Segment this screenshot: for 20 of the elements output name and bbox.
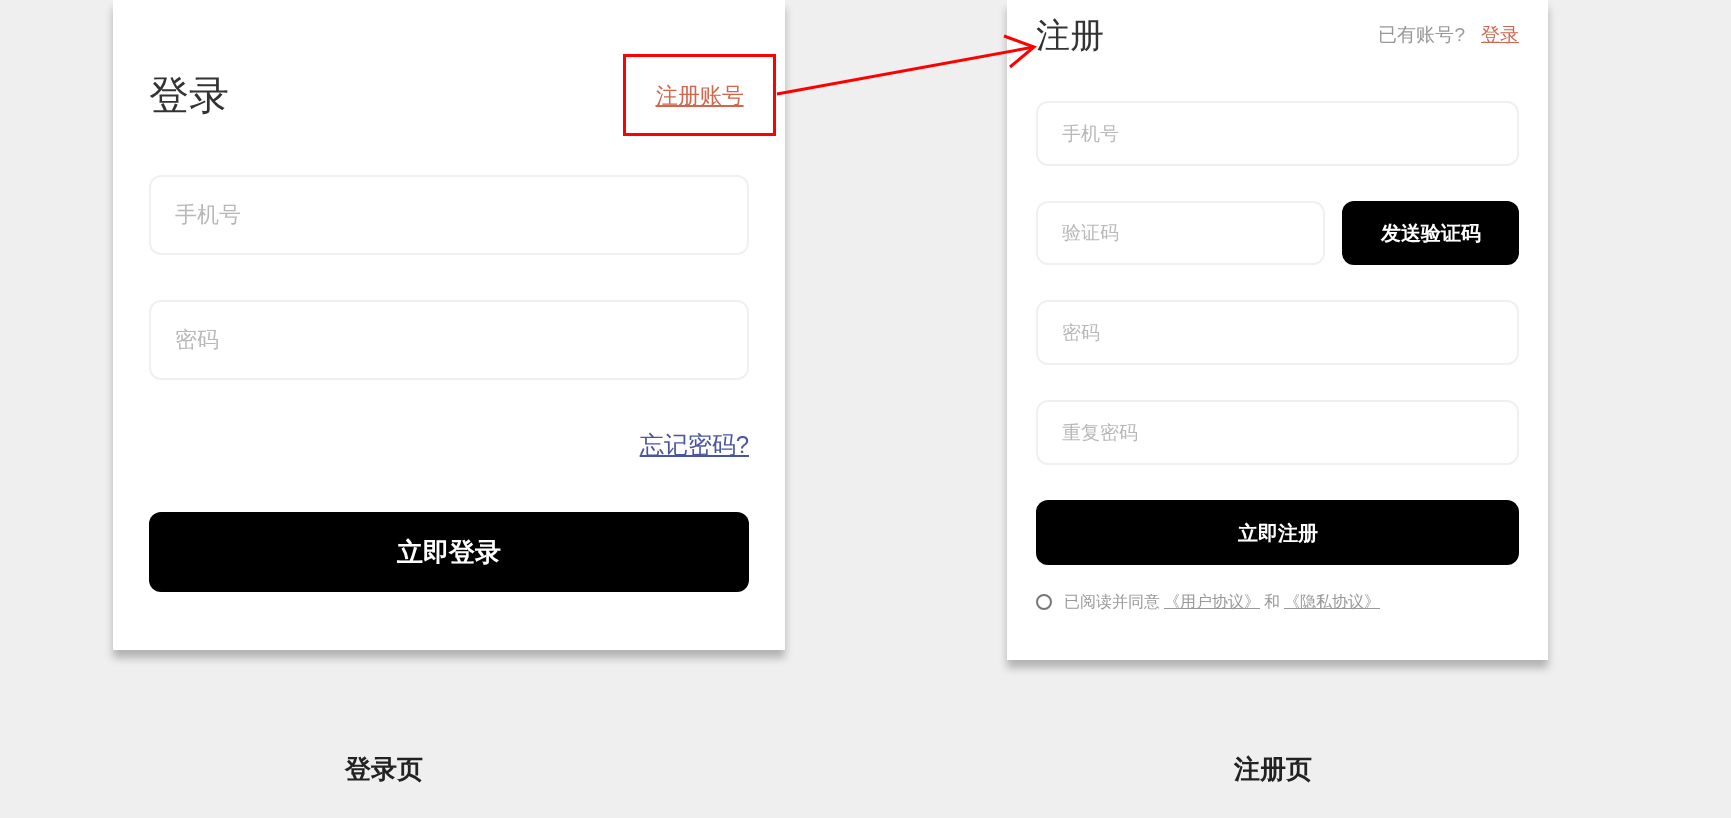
input-field[interactable]: 手机号 [149, 175, 749, 255]
input-field[interactable]: 重复密码 [1036, 400, 1519, 465]
register-button[interactable]: 立即注册 [1036, 500, 1519, 565]
agreement-text: 和 [1264, 592, 1280, 612]
forgot-password-link[interactable]: 忘记密码? [639, 427, 749, 463]
page-title: 注册 [1036, 14, 1104, 56]
input-field[interactable]: 验证码 [1036, 201, 1325, 265]
prompt-text: 已有账号? [1378, 22, 1465, 47]
agreement-text: 已阅读并同意 [1064, 592, 1160, 612]
page-caption: 登录页 [343, 753, 424, 786]
register-link[interactable]: 注册账号 [655, 78, 744, 112]
page-caption: 注册页 [1233, 753, 1313, 786]
login-link[interactable]: 登录 [1481, 20, 1519, 50]
input-field[interactable]: 密码 [149, 300, 749, 380]
send-code-button[interactable]: 发送验证码 [1342, 201, 1519, 265]
page-title: 登录 [149, 72, 229, 119]
input-field[interactable]: 密码 [1036, 300, 1519, 365]
input-field[interactable]: 手机号 [1036, 101, 1519, 166]
agreement-checkbox[interactable] [1036, 594, 1052, 610]
login-button[interactable]: 立即登录 [149, 512, 749, 592]
